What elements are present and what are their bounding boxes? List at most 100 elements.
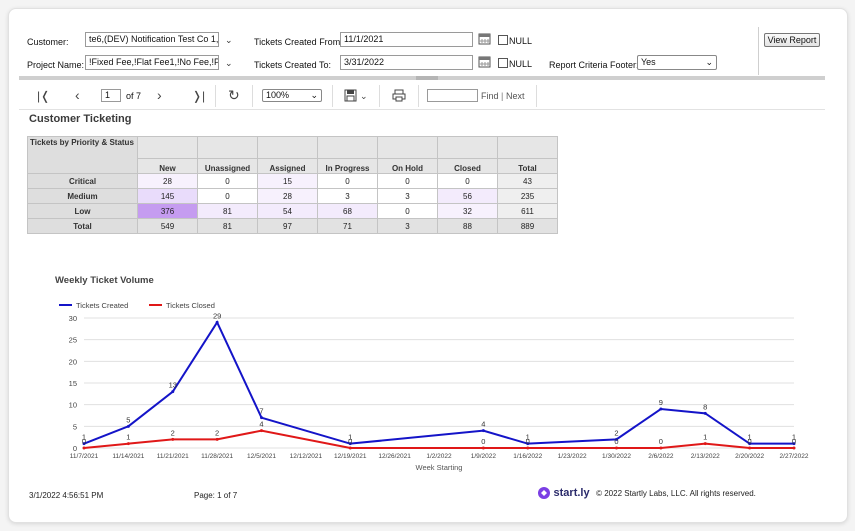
table-cell: 611	[497, 203, 558, 219]
page-number-field[interactable]: 1	[101, 89, 121, 102]
table-cell: 15	[257, 173, 318, 189]
last-page-icon[interactable]: ❭|	[192, 89, 205, 103]
table-cell: 3	[317, 188, 378, 204]
data-label: 0	[614, 437, 618, 446]
to-null-checkbox[interactable]	[498, 58, 508, 68]
copyright-text: © 2022 Startly Labs, LLC. All rights res…	[596, 488, 756, 498]
matrix-header-spacer	[257, 136, 318, 159]
table-cell: 376	[137, 203, 198, 219]
from-date-field[interactable]: 11/1/2021	[340, 32, 473, 47]
legend-label: Tickets Closed	[166, 301, 215, 310]
data-point	[703, 442, 707, 446]
column-header: Closed	[437, 158, 498, 174]
to-label: Tickets Created To:	[254, 60, 332, 70]
data-label: 9	[659, 398, 663, 407]
series-line	[83, 429, 794, 449]
table-row: Medium 145 0 28 3 3 56 235	[27, 188, 558, 204]
table-cell: 54	[257, 203, 318, 219]
zoom-select[interactable]: 100% ⌄	[262, 89, 322, 102]
matrix-header-spacer	[137, 136, 198, 159]
from-null-checkbox[interactable]	[498, 35, 508, 45]
find-link[interactable]: Find	[481, 91, 499, 101]
startly-logo-icon	[538, 487, 550, 499]
x-tick-label: 2/27/2022	[780, 453, 809, 460]
chevron-down-icon: ⌄	[705, 57, 713, 67]
find-next-link[interactable]: Next	[506, 91, 525, 101]
table-cell: 549	[137, 218, 198, 234]
table-row: Total 549 81 97 71 3 88 889	[27, 218, 558, 234]
footer-criteria-select[interactable]: Yes ⌄	[637, 55, 717, 70]
calendar-icon[interactable]	[478, 55, 491, 68]
customer-dropdown-chevron-icon[interactable]: ⌄	[225, 35, 233, 46]
table-cell: 0	[437, 173, 498, 189]
to-date-field[interactable]: 3/31/2022	[340, 55, 473, 70]
data-point	[748, 446, 752, 450]
y-tick-label: 30	[69, 314, 77, 323]
data-label: 0	[348, 437, 352, 446]
weekly-ticket-volume-chart: Weekly Ticket Volume Tickets Created Ticke…	[55, 275, 809, 472]
report-viewer: Customer: te6,(DEV) Notification Test Co…	[8, 8, 848, 523]
data-label: 0	[82, 437, 86, 446]
data-point	[659, 446, 663, 450]
y-tick-label: 10	[69, 401, 77, 410]
matrix-header-spacer	[377, 136, 438, 159]
project-dropdown-chevron-icon[interactable]: ⌄	[225, 58, 233, 69]
x-tick-label: 1/30/2022	[602, 453, 631, 460]
find-input[interactable]	[427, 89, 478, 102]
save-icon[interactable]	[344, 89, 357, 102]
data-label: 0	[481, 437, 485, 446]
table-cell: 889	[497, 218, 558, 234]
x-tick-label: 1/9/2022	[471, 453, 497, 460]
x-tick-label: 2/6/2022	[648, 453, 674, 460]
x-tick-label: 11/7/2021	[70, 453, 99, 460]
data-label: 8	[703, 402, 707, 411]
matrix-header-spacer	[197, 136, 258, 159]
data-point	[348, 446, 352, 450]
table-cell: 145	[137, 188, 198, 204]
from-null-label: NULL	[509, 36, 533, 46]
table-row: Critical 28 0 15 0 0 0 43	[27, 173, 558, 189]
legend-label: Tickets Created	[76, 301, 128, 310]
matrix-header-spacer	[497, 136, 558, 159]
table-cell: 43	[497, 173, 558, 189]
customer-field[interactable]: te6,(DEV) Notification Test Co 1,(G	[85, 32, 219, 47]
previous-page-icon[interactable]: ‹	[75, 87, 80, 103]
calendar-icon[interactable]	[478, 32, 491, 45]
refresh-icon[interactable]: ↻	[228, 87, 240, 104]
data-label: 4	[481, 420, 485, 429]
data-label: 1	[126, 433, 130, 442]
table-cell: 28	[257, 188, 318, 204]
to-null-label: NULL	[509, 59, 533, 69]
view-report-button[interactable]: View Report	[764, 33, 820, 47]
data-label: 2	[614, 428, 618, 437]
x-tick-label: 11/21/2021	[157, 453, 189, 460]
x-axis-label: Week Starting	[416, 463, 463, 472]
divider	[332, 85, 333, 107]
table-cell: 97	[257, 218, 318, 234]
first-page-icon[interactable]: |❬	[37, 89, 50, 103]
y-tick-label: 0	[73, 444, 77, 453]
data-label: 2	[171, 428, 175, 437]
data-point	[260, 429, 263, 433]
print-icon[interactable]	[392, 89, 406, 102]
data-point	[215, 437, 219, 441]
data-point	[215, 320, 219, 324]
customer-label: Customer:	[27, 37, 69, 47]
table-cell: 68	[317, 203, 378, 219]
next-page-icon[interactable]: ›	[157, 87, 162, 103]
data-point	[481, 429, 485, 433]
footer-criteria-label: Report Criteria Footer:	[549, 60, 639, 70]
column-header: Unassigned	[197, 158, 258, 174]
x-tick-label: 2/13/2022	[691, 453, 720, 460]
table-cell: 32	[437, 203, 498, 219]
chevron-down-icon[interactable]: ⌄	[360, 91, 368, 102]
x-tick-label: 11/14/2021	[112, 453, 144, 460]
splitter-handle[interactable]	[416, 76, 438, 80]
table-cell: 3	[377, 218, 438, 234]
chart-title: Weekly Ticket Volume	[55, 275, 154, 286]
x-tick-label: 1/23/2022	[558, 453, 587, 460]
project-field[interactable]: !Fixed Fee,!Flat Fee1,!No Fee,!Pric	[85, 55, 219, 70]
column-header: Total	[497, 158, 558, 174]
x-tick-label: 1/2/2022	[426, 453, 452, 460]
table-cell: 81	[197, 203, 258, 219]
